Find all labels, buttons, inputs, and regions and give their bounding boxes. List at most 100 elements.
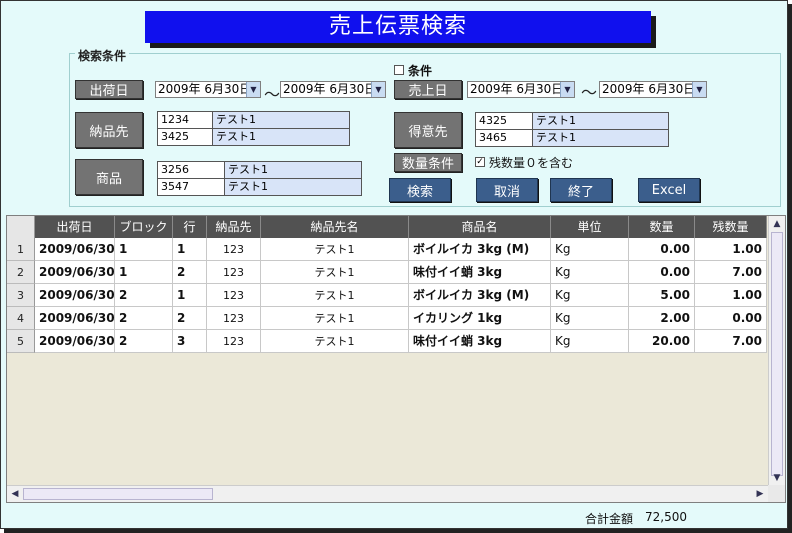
cell-block: 2 — [115, 284, 173, 307]
shipping-date-to-value: 2009年 6月30日 — [283, 82, 377, 96]
sales-slip-search-window: 売上伝票検索 検索条件 出荷日 2009年 6月30日 ▼ ～ 2009年 6月… — [0, 0, 788, 529]
customer-name-1: テスト1 — [532, 112, 669, 130]
chevron-down-icon[interactable]: ▼ — [371, 82, 385, 97]
cell-line: 3 — [173, 330, 207, 353]
customer-label: 得意先 — [394, 112, 462, 148]
shipping-date-from-value: 2009年 6月30日 — [158, 82, 252, 96]
cell-remaining: 1.00 — [695, 284, 767, 307]
delivery-dest-code-2[interactable]: 3425 — [157, 128, 213, 146]
cell-block: 2 — [115, 330, 173, 353]
cell-product-name: 味付イイ蛸 3kg — [409, 261, 551, 284]
cell-unit: Kg — [551, 261, 629, 284]
cell-remaining: 7.00 — [695, 261, 767, 284]
quantity-condition-label: 数量条件 — [394, 153, 462, 172]
row-number[interactable]: 1 — [7, 238, 35, 261]
cell-line: 1 — [173, 284, 207, 307]
column-header-remaining[interactable]: 残数量 — [695, 216, 767, 238]
product-name-2: テスト1 — [224, 178, 362, 196]
cell-product-name: 味付イイ蛸 3kg — [409, 330, 551, 353]
condition-checkbox[interactable] — [394, 65, 404, 75]
cell-quantity: 0.00 — [629, 261, 695, 284]
search-button[interactable]: 検索 — [389, 178, 451, 202]
cell-unit: Kg — [551, 330, 629, 353]
shipping-date-from-select[interactable]: 2009年 6月30日 ▼ — [155, 81, 261, 98]
chevron-down-icon[interactable]: ▼ — [560, 82, 574, 97]
column-header-line[interactable]: 行 — [173, 216, 207, 238]
cell-delivery-dest: 123 — [207, 307, 261, 330]
table-row[interactable]: 4 2009/06/30 2 2 123 テスト1 イカリング 1kg Kg 2… — [7, 307, 767, 330]
column-header-delivery-dest[interactable]: 納品先 — [207, 216, 261, 238]
column-header-product-name[interactable]: 商品名 — [409, 216, 551, 238]
product-name-1: テスト1 — [224, 161, 362, 179]
product-code-2[interactable]: 3547 — [157, 178, 225, 196]
cell-block: 2 — [115, 307, 173, 330]
vertical-scrollbar[interactable]: ▲ ▼ — [768, 216, 785, 486]
cell-delivery-dest-name: テスト1 — [261, 284, 409, 307]
sales-date-to-select[interactable]: 2009年 6月30日 ▼ — [599, 81, 707, 98]
cell-unit: Kg — [551, 284, 629, 307]
column-header-block[interactable]: ブロック — [115, 216, 173, 238]
sales-date-label: 売上日 — [394, 80, 462, 99]
customer-code-2[interactable]: 3465 — [475, 129, 533, 147]
customer-code-1[interactable]: 4325 — [475, 112, 533, 130]
total-amount-value: 72,500 — [645, 510, 687, 524]
table-row[interactable]: 5 2009/06/30 2 3 123 テスト1 味付イイ蛸 3kg Kg 2… — [7, 330, 767, 353]
arrow-left-icon[interactable]: ◀ — [8, 487, 22, 501]
cell-block: 1 — [115, 261, 173, 284]
cell-shipping-date: 2009/06/30 — [35, 238, 115, 261]
cell-remaining: 0.00 — [695, 307, 767, 330]
cell-remaining: 1.00 — [695, 238, 767, 261]
page-title: 売上伝票検索 — [145, 11, 651, 43]
product-code-1[interactable]: 3256 — [157, 161, 225, 179]
arrow-down-icon[interactable]: ▼ — [770, 471, 784, 485]
vertical-scroll-thumb[interactable] — [771, 232, 783, 476]
horizontal-scroll-thumb[interactable] — [23, 488, 213, 500]
excel-button[interactable]: Excel — [638, 178, 700, 202]
cell-quantity: 2.00 — [629, 307, 695, 330]
search-conditions-legend: 検索条件 — [75, 47, 130, 64]
cell-shipping-date: 2009/06/30 — [35, 261, 115, 284]
chevron-down-icon[interactable]: ▼ — [246, 82, 260, 97]
row-number[interactable]: 4 — [7, 307, 35, 330]
cell-delivery-dest-name: テスト1 — [261, 238, 409, 261]
row-number[interactable]: 3 — [7, 284, 35, 307]
column-header-quantity[interactable]: 数量 — [629, 216, 695, 238]
shipping-date-tilde: ～ — [264, 85, 281, 104]
include-zero-remaining-checkbox[interactable]: ✓ — [475, 157, 485, 167]
sales-date-from-select[interactable]: 2009年 6月30日 ▼ — [467, 81, 575, 98]
cell-shipping-date: 2009/06/30 — [35, 307, 115, 330]
delivery-dest-code-1[interactable]: 1234 — [157, 111, 213, 129]
sales-date-from-value: 2009年 6月30日 — [470, 82, 564, 96]
column-header-delivery-dest-name[interactable]: 納品先名 — [261, 216, 409, 238]
row-number[interactable]: 2 — [7, 261, 35, 284]
include-zero-remaining-label: 残数量０を含む — [489, 156, 574, 170]
column-header-shipping-date[interactable]: 出荷日 — [35, 216, 115, 238]
table-row[interactable]: 1 2009/06/30 1 1 123 テスト1 ボイルイカ 3kg (M) … — [7, 238, 767, 261]
delivery-dest-name-2: テスト1 — [212, 128, 350, 146]
chevron-down-icon[interactable]: ▼ — [692, 82, 706, 97]
product-label: 商品 — [75, 159, 143, 195]
customer-name-2: テスト1 — [532, 129, 669, 147]
cell-product-name: ボイルイカ 3kg (M) — [409, 238, 551, 261]
horizontal-scrollbar[interactable]: ◀ ▶ — [7, 485, 768, 502]
sales-date-tilde: ～ — [581, 83, 598, 102]
row-number[interactable]: 5 — [7, 330, 35, 353]
column-header-unit[interactable]: 単位 — [551, 216, 629, 238]
cancel-button[interactable]: 取消 — [476, 178, 538, 202]
table-row[interactable]: 3 2009/06/30 2 1 123 テスト1 ボイルイカ 3kg (M) … — [7, 284, 767, 307]
results-grid: 出荷日 ブロック 行 納品先 納品先名 商品名 単位 数量 残数量 1 2009… — [6, 215, 786, 503]
arrow-up-icon[interactable]: ▲ — [770, 217, 784, 231]
grid-corner-header — [7, 216, 35, 238]
cell-line: 2 — [173, 307, 207, 330]
table-row[interactable]: 2 2009/06/30 1 2 123 テスト1 味付イイ蛸 3kg Kg 0… — [7, 261, 767, 284]
cell-delivery-dest-name: テスト1 — [261, 307, 409, 330]
arrow-right-icon[interactable]: ▶ — [753, 487, 767, 501]
sales-date-to-value: 2009年 6月30日 — [602, 82, 696, 96]
shipping-date-to-select[interactable]: 2009年 6月30日 ▼ — [280, 81, 386, 98]
cell-unit: Kg — [551, 238, 629, 261]
cell-delivery-dest: 123 — [207, 238, 261, 261]
delivery-dest-name-1: テスト1 — [212, 111, 350, 129]
cell-delivery-dest-name: テスト1 — [261, 261, 409, 284]
exit-button[interactable]: 終了 — [550, 178, 612, 202]
cell-shipping-date: 2009/06/30 — [35, 284, 115, 307]
